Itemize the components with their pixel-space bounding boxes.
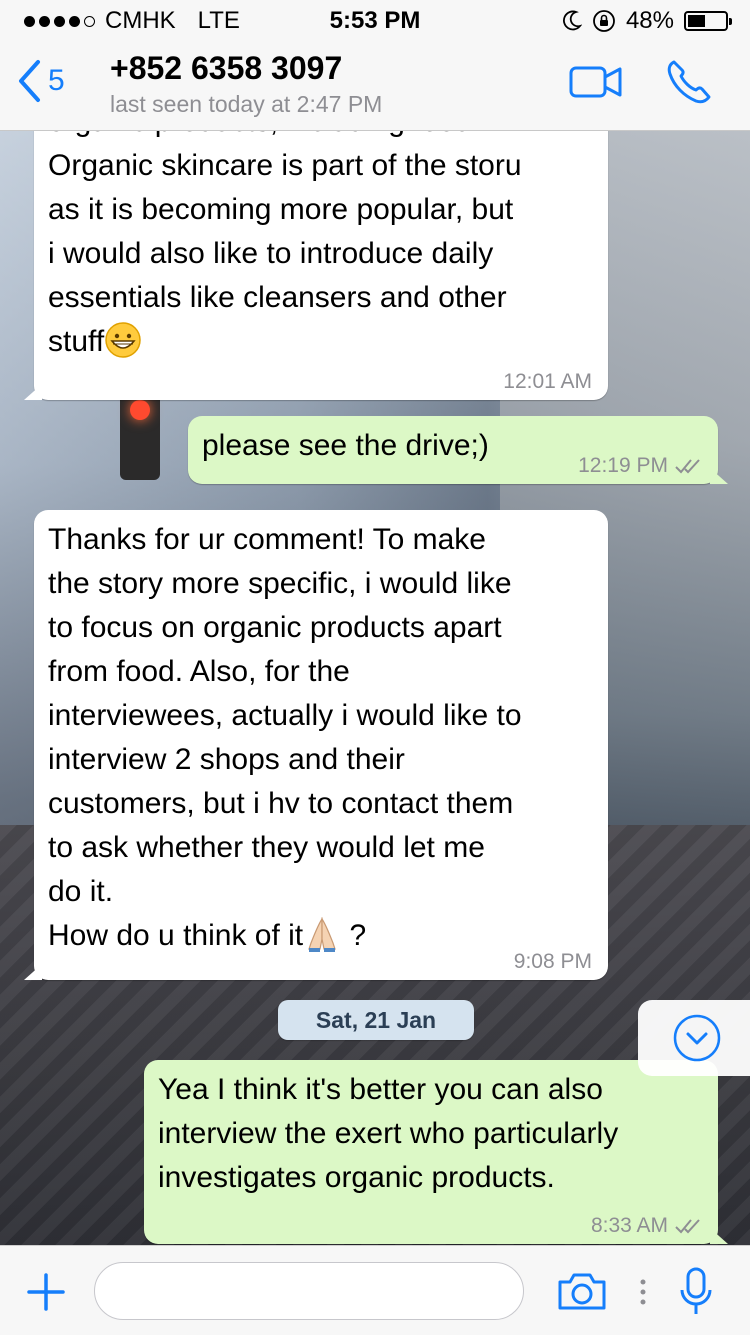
video-call-icon[interactable] — [568, 62, 624, 102]
message-text: Yea I think it's better you can also int… — [158, 1073, 619, 1194]
bubble-tail — [710, 1228, 728, 1244]
bubble-tail — [24, 964, 42, 980]
status-bar: CMHK LTE 5:53 PM 48% — [0, 0, 750, 40]
battery-icon — [684, 11, 732, 31]
status-right: 48% — [562, 7, 732, 35]
last-seen: last seen today at 2:47 PM — [110, 91, 383, 117]
bubble-tail — [24, 384, 42, 400]
chevron-down-circle-icon — [673, 1014, 721, 1062]
message-meta: 8:33 AM — [591, 1214, 702, 1238]
message-bubble-outgoing[interactable]: please see the drive;) 12:19 PM — [188, 416, 728, 484]
grinning-face-emoji-icon — [105, 322, 141, 358]
message-time: 12:19 PM — [578, 454, 668, 477]
contact-name: +852 6358 3097 — [110, 50, 343, 86]
battery-percent: 48% — [625, 7, 674, 34]
double-check-icon — [675, 459, 700, 474]
message-input-bar — [0, 1245, 750, 1335]
message-meta: 12:01 AM — [503, 370, 592, 394]
date-separator: Sat, 21 Jan — [278, 1000, 474, 1040]
back-button[interactable]: 5 — [16, 58, 65, 104]
contact-info[interactable]: +852 6358 3097 last seen today at 2:47 P… — [110, 50, 382, 118]
message-text: Thanks for ur comment! To make the story… — [48, 523, 522, 952]
unread-count: 5 — [48, 64, 65, 97]
message-meta: 9:08 PM — [514, 950, 592, 974]
message-time: 9:08 PM — [513, 950, 592, 973]
chevron-left-icon — [19, 60, 40, 102]
message-time: 12:01 AM — [503, 370, 592, 393]
chat-messages[interactable]: organic products, including food. Organi… — [0, 130, 750, 1245]
message-text: organic products, including food. Organi… — [48, 130, 522, 358]
scroll-to-bottom-button[interactable] — [638, 1000, 750, 1076]
rotation-lock-icon — [593, 10, 615, 32]
message-bubble-outgoing[interactable]: Yea I think it's better you can also int… — [144, 1060, 728, 1244]
folded-hands-emoji-icon — [308, 917, 336, 952]
chat-header: 5 +852 6358 3097 last seen today at 2:47… — [0, 40, 750, 131]
double-check-icon — [675, 1219, 700, 1234]
bubble-tail — [710, 468, 728, 484]
moon-icon — [562, 10, 582, 31]
message-time: 8:33 AM — [590, 1214, 668, 1237]
more-dots-icon[interactable] — [638, 1278, 648, 1306]
message-bubble-incoming[interactable]: Thanks for ur comment! To make the story… — [24, 510, 608, 980]
message-bubble-incoming[interactable]: organic products, including food. Organi… — [24, 130, 608, 400]
message-meta: 12:19 PM — [578, 454, 702, 478]
microphone-icon[interactable] — [678, 1266, 714, 1318]
camera-icon[interactable] — [556, 1270, 608, 1312]
phone-icon[interactable] — [664, 58, 714, 106]
plus-icon[interactable] — [26, 1272, 66, 1312]
message-input[interactable] — [94, 1262, 524, 1320]
